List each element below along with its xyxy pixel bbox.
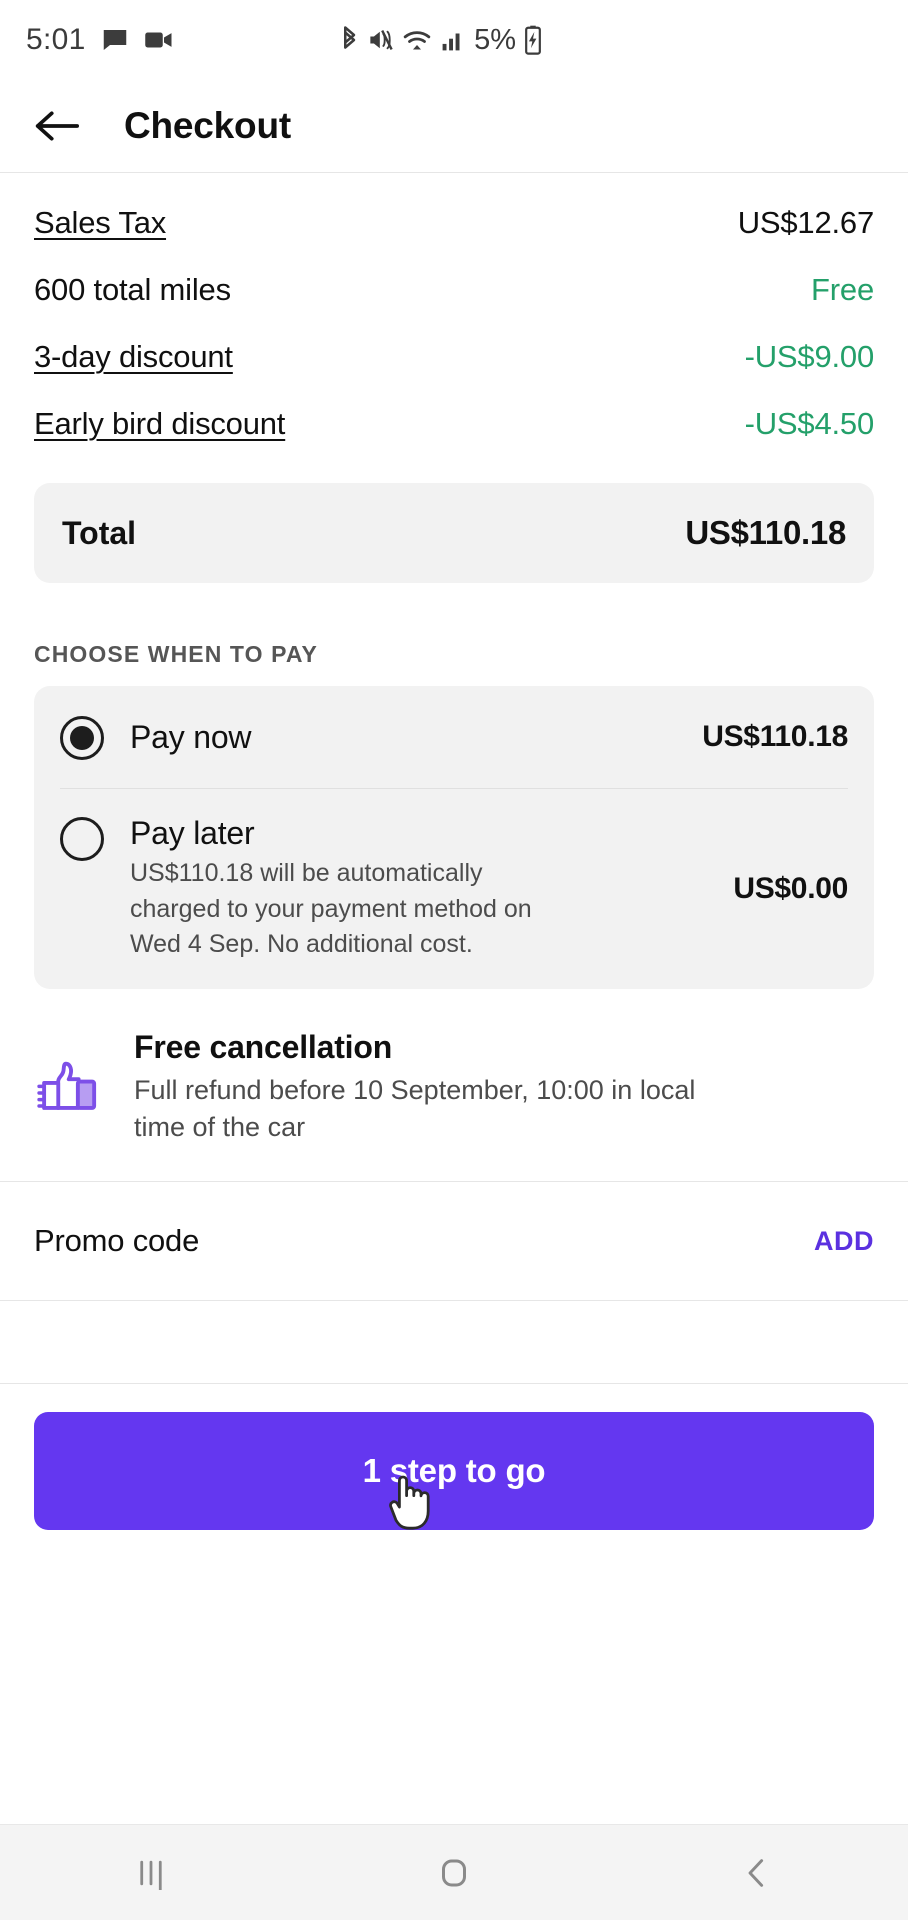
price-row-value: Free [811, 271, 874, 307]
payment-option-pay-later[interactable]: Pay later US$110.18 will be automaticall… [34, 789, 874, 989]
status-time: 5:01 [26, 23, 86, 56]
price-row-3-day-discount[interactable]: 3-day discount -US$9.00 [34, 323, 874, 390]
status-bar-left: 5:01 [26, 23, 174, 57]
price-breakdown: Sales Tax US$12.67 600 total miles Free … [0, 189, 908, 457]
pay-later-title: Pay later [130, 815, 255, 851]
app-bar: Checkout [0, 80, 908, 172]
status-bar-right: 5% [338, 24, 882, 57]
free-cancellation-block: Free cancellation Full refund before 10 … [0, 989, 908, 1182]
promo-code-label: Promo code [34, 1223, 200, 1259]
wifi-icon [402, 27, 432, 53]
free-cancellation-title: Free cancellation [134, 1028, 393, 1065]
pay-now-price: US$110.18 [702, 720, 848, 753]
promo-add-button[interactable]: ADD [814, 1226, 874, 1257]
price-row-label[interactable]: Sales Tax [34, 205, 166, 241]
bluetooth-icon [338, 25, 360, 55]
battery-charging-icon [524, 25, 542, 55]
continue-button[interactable]: 1 step to go [34, 1412, 874, 1531]
radio-dot [70, 726, 94, 750]
back-arrow-icon[interactable] [28, 98, 84, 154]
message-icon [100, 25, 130, 55]
pay-now-title: Pay now [130, 718, 252, 755]
mute-icon [368, 26, 394, 54]
price-row-value: US$12.67 [737, 204, 874, 240]
video-camera-icon [144, 27, 174, 53]
price-row-label[interactable]: Early bird discount [34, 406, 285, 442]
cellular-signal-icon [440, 27, 466, 53]
partial-scrolled-row [0, 173, 908, 189]
android-nav-bar [0, 1824, 908, 1920]
radio-pay-now[interactable] [60, 716, 104, 760]
payment-option-pay-now[interactable]: Pay now US$110.18 [34, 686, 874, 788]
price-row-value: -US$9.00 [744, 338, 875, 374]
total-card: Total US$110.18 [34, 483, 874, 583]
price-row-early-bird-discount[interactable]: Early bird discount -US$4.50 [34, 390, 874, 457]
spacer-block [0, 1301, 908, 1383]
pay-later-price: US$0.00 [733, 871, 848, 905]
recents-icon[interactable] [91, 1825, 211, 1921]
battery-percent: 5% [474, 23, 516, 56]
total-value: US$110.18 [685, 514, 846, 551]
free-cancellation-description: Full refund before 10 September, 10:00 i… [134, 1074, 696, 1143]
thumbs-up-icon [34, 1029, 112, 1124]
free-cancellation-text: Free cancellation Full refund before 10 … [112, 1029, 734, 1148]
pay-now-body: Pay now [104, 719, 702, 756]
checkout-screen: 5:01 5% Checkout Sales Tax US$12.67 600 … [0, 0, 908, 1920]
price-row-value: -US$4.50 [744, 405, 875, 441]
checkout-content: Sales Tax US$12.67 600 total miles Free … [0, 173, 908, 1824]
pay-later-body: Pay later US$110.18 will be automaticall… [104, 815, 733, 963]
payment-options-card: Pay now US$110.18 Pay later US$110.18 wi… [34, 686, 874, 989]
page-title: Checkout [124, 105, 291, 146]
choose-when-to-pay-heading: CHOOSE WHEN TO PAY [34, 641, 318, 667]
radio-pay-later[interactable] [60, 817, 104, 861]
status-bar: 5:01 5% [0, 0, 908, 80]
price-row-label: 600 total miles [34, 271, 231, 307]
partial-row-text [34, 173, 43, 183]
cta-container: 1 step to go [0, 1384, 908, 1564]
price-row-total-miles: 600 total miles Free [34, 256, 874, 323]
promo-code-row[interactable]: Promo code ADD [0, 1182, 908, 1300]
back-icon[interactable] [697, 1825, 817, 1921]
home-icon[interactable] [394, 1825, 514, 1921]
pay-later-description: US$110.18 will be automatically charged … [130, 859, 532, 958]
price-row-sales-tax[interactable]: Sales Tax US$12.67 [34, 189, 874, 256]
price-row-label[interactable]: 3-day discount [34, 339, 233, 375]
total-label: Total [62, 514, 137, 551]
